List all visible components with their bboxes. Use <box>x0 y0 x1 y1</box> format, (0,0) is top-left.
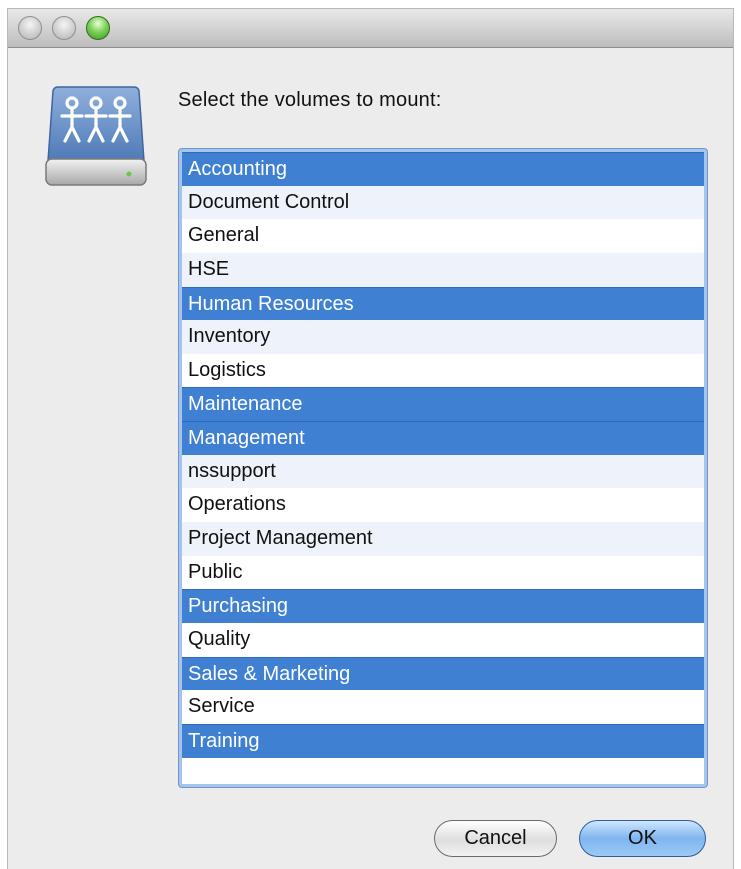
volume-list-item[interactable]: Purchasing <box>182 589 704 623</box>
volume-list-item[interactable]: Project Management <box>182 522 704 556</box>
minimize-window-button[interactable] <box>52 16 76 40</box>
ok-button[interactable]: OK <box>579 820 706 857</box>
volume-list-item[interactable]: HSE <box>182 252 704 287</box>
volume-list-item[interactable]: Management <box>182 421 704 455</box>
cancel-button[interactable]: Cancel <box>434 820 557 857</box>
volume-list-item[interactable]: Maintenance <box>182 387 704 422</box>
volume-list-item[interactable]: Operations <box>182 488 704 522</box>
volume-list[interactable]: Accounting Document Control General HSE Huma… <box>179 149 707 787</box>
title-bar[interactable] <box>8 9 733 48</box>
zoom-window-button[interactable] <box>86 16 110 40</box>
close-window-button[interactable] <box>18 16 42 40</box>
volume-list-item[interactable]: General <box>182 219 704 253</box>
volume-list-item[interactable]: Logistics <box>182 354 704 388</box>
volume-list-item[interactable]: Accounting <box>182 152 704 186</box>
dialog-prompt: Select the volumes to mount: <box>178 89 442 111</box>
volume-list-item[interactable]: Quality <box>182 623 704 657</box>
network-drive-icon <box>45 86 147 186</box>
volume-list-item[interactable]: Training <box>182 723 704 758</box>
volume-list-item[interactable]: Service <box>182 690 704 724</box>
volume-list-item[interactable]: Inventory <box>182 320 704 354</box>
volume-list-item[interactable]: nssupport <box>182 454 704 489</box>
volume-list-item[interactable]: Human Resources <box>182 286 704 321</box>
mount-volumes-dialog: Select the volumes to mount: Accounting D… <box>8 9 733 869</box>
volume-list-item[interactable]: Public <box>182 556 704 590</box>
volume-list-item[interactable]: Document Control <box>182 185 704 220</box>
volume-list-item[interactable]: Sales & Marketing <box>182 656 704 691</box>
